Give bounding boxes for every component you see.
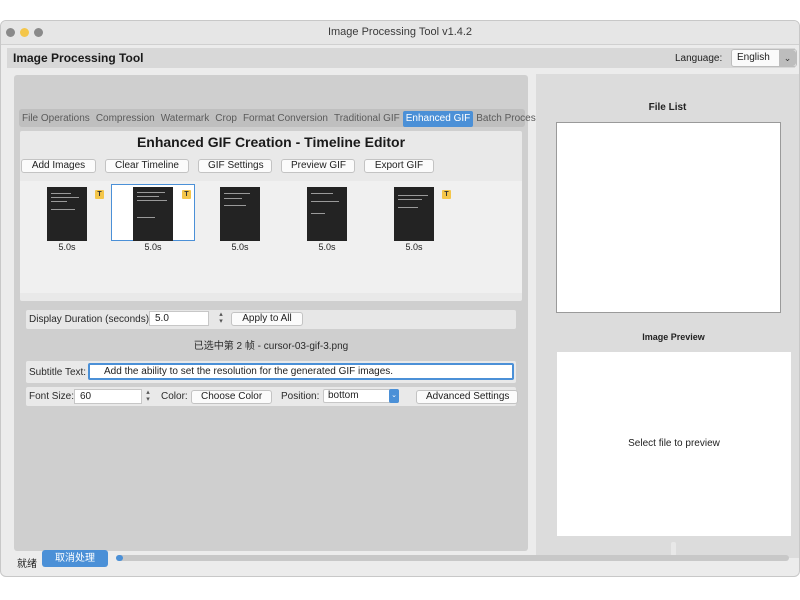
image-preview-title: Image Preview [642, 332, 705, 342]
position-label: Position: [281, 391, 320, 402]
font-settings-row: Font Size: 60 ▴ ▾ Color: Choose Color Pos… [26, 387, 518, 406]
preview-gif-button[interactable]: Preview GIF [281, 159, 355, 173]
font-size-label: Font Size: [29, 391, 75, 402]
frame-duration: 5.0s [318, 242, 336, 252]
duration-row: Display Duration (seconds): 5.0 ▴ ▾ Apply… [26, 310, 516, 329]
gif-editor-panel: File Operations Compression Watermark Cr… [14, 75, 541, 551]
selected-frame-status: 已选中第 2 帧 - cursor-03-gif-3.png [193, 341, 349, 352]
frame-duration: 5.0s [231, 242, 249, 252]
duration-label: Display Duration (seconds): [29, 314, 152, 325]
status-bar: 就绪 取消处理 [7, 549, 795, 571]
cancel-processing-button[interactable]: 取消处理 [42, 550, 108, 567]
tab-watermark[interactable]: Watermark [158, 111, 213, 127]
editor-title: Enhanced GIF Creation - Timeline Editor [136, 134, 406, 150]
subtitle-label: Subtitle Text: [29, 367, 87, 378]
tab-batch-process[interactable]: Batch Process [473, 111, 543, 127]
timeline-strip[interactable]: T 5.0s T 5.0s 5.0s 5.0s T 5.0s [20, 181, 522, 293]
app-header: Image Processing Tool Language: English … [7, 48, 797, 68]
position-value: bottom [328, 390, 359, 401]
image-preview-area: Select file to preview [557, 352, 791, 536]
advanced-settings-button[interactable]: Advanced Settings [416, 390, 518, 404]
window-title: Image Processing Tool v1.4.2 [327, 26, 473, 38]
file-list[interactable] [556, 122, 781, 313]
subtitle-row: Subtitle Text: Add the ability to set th… [26, 361, 516, 383]
tab-enhanced-gif[interactable]: Enhanced GIF [402, 111, 474, 127]
timeline-frame-2-thumbnail [133, 187, 173, 241]
language-value: English [737, 52, 770, 63]
progress-fill [116, 555, 123, 561]
add-images-button[interactable]: Add Images [21, 159, 96, 173]
tab-format-conversion[interactable]: Format Conversion [240, 111, 331, 127]
choose-color-button[interactable]: Choose Color [191, 390, 272, 404]
color-label: Color: [161, 391, 188, 402]
stepper-arrows-icon[interactable]: ▴ ▾ [216, 311, 226, 326]
title-bar: Image Processing Tool v1.4.2 [1, 21, 799, 45]
status-text: 就绪 [17, 559, 37, 570]
text-badge-icon: T [182, 190, 191, 199]
subtitle-input[interactable]: Add the ability to set the resolution fo… [88, 363, 514, 380]
app-title: Image Processing Tool [13, 51, 144, 65]
progress-bar [116, 555, 789, 561]
language-select[interactable]: English ⌄ [731, 49, 797, 67]
gif-settings-button[interactable]: GIF Settings [198, 159, 272, 173]
frame-duration: 5.0s [405, 242, 423, 252]
text-badge-icon: T [95, 190, 104, 199]
tab-file-operations[interactable]: File Operations [19, 111, 93, 127]
timeline-toolbar: Add Images Clear Timeline GIF Settings P… [21, 159, 434, 173]
stepper-arrows-icon[interactable]: ▴ ▾ [143, 389, 153, 404]
export-gif-button[interactable]: Export GIF [364, 159, 434, 173]
chevron-down-icon: ⌄ [779, 50, 796, 66]
frame-duration: 5.0s [144, 242, 162, 252]
tab-traditional-gif[interactable]: Traditional GIF [331, 111, 403, 127]
position-select[interactable]: bottom ⌄ [323, 389, 399, 403]
timeline-frame-1[interactable] [47, 187, 87, 241]
file-list-title: File List [648, 102, 687, 113]
language-label: Language: [675, 53, 723, 64]
clear-timeline-button[interactable]: Clear Timeline [105, 159, 189, 173]
timeline-frame-4[interactable] [307, 187, 347, 241]
file-panel: File List Image Preview Select file to p… [536, 74, 799, 558]
text-badge-icon: T [442, 190, 451, 199]
font-size-input[interactable]: 60 [74, 389, 142, 404]
tab-compression[interactable]: Compression [93, 111, 158, 127]
duration-input[interactable]: 5.0 [149, 311, 209, 326]
frame-duration: 5.0s [58, 242, 76, 252]
timeline-frame-5[interactable] [394, 187, 434, 241]
apply-to-all-button[interactable]: Apply to All [231, 312, 303, 326]
tab-crop[interactable]: Crop [212, 111, 240, 127]
timeline-editor: Enhanced GIF Creation - Timeline Editor … [20, 131, 522, 301]
tab-list: File Operations Compression Watermark Cr… [19, 110, 544, 127]
preview-placeholder: Select file to preview [628, 438, 720, 449]
image-preview-panel: Image Preview Select file to preview [548, 324, 799, 558]
timeline-frame-3[interactable] [220, 187, 260, 241]
app-window: Image Processing Tool v1.4.2 Image Proce… [0, 20, 800, 577]
chevron-down-icon: ⌄ [389, 389, 399, 403]
